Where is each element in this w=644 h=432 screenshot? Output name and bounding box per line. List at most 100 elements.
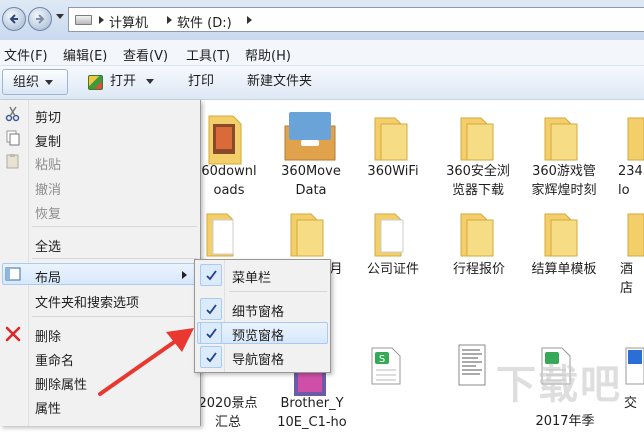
open-label: 打开 <box>110 74 137 89</box>
file-item[interactable]: 结算单模板 <box>526 260 602 279</box>
file-name: 行程报价 <box>452 262 505 277</box>
file-item[interactable]: 2345 lo <box>618 162 644 200</box>
menu-separator <box>32 258 197 259</box>
new-folder-button[interactable]: 新建文件夹 <box>247 69 312 95</box>
file-name: 酒店 <box>620 262 634 296</box>
delete-x-icon <box>5 326 21 342</box>
submenu-item-navigation-pane[interactable]: 导航窗格 <box>232 349 284 368</box>
file-name: 2345 lo <box>618 164 644 198</box>
chevron-down-icon <box>45 80 54 85</box>
open-button[interactable]: 打开 <box>110 69 155 95</box>
copy-icon <box>6 130 20 146</box>
menu-edit[interactable]: 编辑(E) <box>63 45 107 64</box>
submenu-item-details-pane[interactable]: 细节窗格 <box>232 301 284 320</box>
menu-separator <box>32 316 197 317</box>
menu-item-delete[interactable]: 删除 <box>35 326 61 345</box>
file-name: 360安全浏 览器下载 <box>446 164 510 198</box>
menu-item-layout[interactable]: 布局 <box>35 267 61 286</box>
file-name: 60downl oads <box>201 164 257 198</box>
file-item[interactable]: Brother_Y 10E_C1-ho <box>276 394 348 432</box>
folder-icon[interactable] <box>287 206 327 258</box>
folder-icon[interactable] <box>541 206 581 258</box>
folder-icon[interactable] <box>457 110 497 162</box>
file-item[interactable]: 2017年季 <box>534 412 596 431</box>
file-name: Brother_Y 10E_C1-ho <box>277 396 347 430</box>
file-item[interactable]: 60downl oads <box>196 162 262 200</box>
file-item[interactable]: 交 <box>624 394 644 413</box>
folder-icon[interactable] <box>541 110 581 162</box>
folder-icon[interactable] <box>624 206 644 258</box>
print-button[interactable]: 打印 <box>188 69 214 95</box>
file-item[interactable]: 360游戏管 家辉煌时刻 <box>524 162 604 200</box>
menu-item-remove-properties[interactable]: 删除属性 <box>35 374 87 393</box>
red-annotation-arrow-icon <box>98 328 194 396</box>
file-name: 360游戏管 家辉煌时刻 <box>531 164 597 198</box>
folder-icon[interactable] <box>371 110 411 162</box>
file-item[interactable]: 酒店 <box>620 260 644 298</box>
layout-submenu: 菜单栏 细节窗格 预览窗格 导航窗格 <box>194 259 331 373</box>
menu-item-undo: 撤消 <box>35 183 62 198</box>
breadcrumb-separator-icon[interactable] <box>247 16 252 24</box>
submenu-item-menubar[interactable]: 菜单栏 <box>232 267 271 286</box>
menu-item-highlight <box>2 263 198 285</box>
drive-icon <box>75 15 92 25</box>
organize-button[interactable]: 组织 <box>2 69 68 95</box>
back-arrow-icon <box>9 14 18 24</box>
spreadsheet-file-icon[interactable]: S <box>370 346 402 386</box>
back-button[interactable] <box>2 7 26 31</box>
folder-icon[interactable] <box>624 110 644 162</box>
folder-icon[interactable] <box>203 206 243 258</box>
watermark: 下载吧 <box>496 362 622 408</box>
file-item[interactable]: 2020景点 汇总 <box>196 394 260 432</box>
file-name: 公司证件 <box>366 262 419 277</box>
breadcrumb-separator-icon[interactable] <box>99 16 104 24</box>
address-input[interactable]: 计算机 软件 (D:) <box>68 7 644 32</box>
menu-item-cut[interactable]: 剪切 <box>35 107 61 126</box>
check-icon <box>200 298 222 320</box>
menu-file[interactable]: 文件(F) <box>4 45 48 64</box>
document-file-icon[interactable] <box>458 344 486 386</box>
file-item[interactable]: 360Move Data <box>276 162 346 200</box>
forward-arrow-icon <box>36 14 45 24</box>
file-name: 2017年季 <box>535 414 595 429</box>
open-app-icon <box>88 75 103 90</box>
word-file-icon[interactable] <box>624 346 644 386</box>
menu-separator <box>229 291 327 292</box>
layout-icon <box>5 267 21 281</box>
menu-gutter <box>224 260 225 372</box>
submenu-item-preview-pane[interactable]: 预览窗格 <box>232 325 284 344</box>
forward-button[interactable] <box>28 7 52 31</box>
file-item[interactable]: 360WiFi <box>360 162 426 181</box>
menu-item-rename[interactable]: 重命名 <box>35 350 74 369</box>
address-bar-area: 计算机 软件 (D:) <box>0 0 644 40</box>
folder-icon[interactable] <box>203 110 245 166</box>
file-name: 2020景点 汇总 <box>198 396 258 430</box>
menu-view[interactable]: 查看(V) <box>123 45 168 64</box>
submenu-arrow-icon <box>182 271 187 279</box>
chevron-down-icon <box>146 79 155 84</box>
file-name: 360Move Data <box>281 164 341 198</box>
recent-pages-chevron-icon[interactable] <box>56 14 64 20</box>
menu-help[interactable]: 帮助(H) <box>245 45 291 64</box>
file-item[interactable]: 公司证件 <box>360 260 426 279</box>
folder-icon[interactable] <box>371 206 411 258</box>
check-icon <box>200 264 222 286</box>
menu-item-redo: 恢复 <box>35 207 62 222</box>
menu-item-select-all[interactable]: 全选 <box>35 236 61 255</box>
app-data-folder-icon[interactable] <box>283 110 337 162</box>
file-item[interactable]: 行程报价 <box>444 260 514 279</box>
command-bar: 组织 打开 打印 新建文件夹 <box>0 66 644 100</box>
menu-item-properties[interactable]: 属性 <box>35 398 61 417</box>
menu-item-paste: 粘贴 <box>35 158 62 173</box>
scissors-icon <box>5 106 20 122</box>
breadcrumb-separator-icon[interactable] <box>167 16 172 24</box>
breadcrumb-drive[interactable]: 软件 (D:) <box>177 12 232 31</box>
breadcrumb-computer[interactable]: 计算机 <box>109 12 148 31</box>
folder-icon[interactable] <box>457 206 497 258</box>
menu-tools[interactable]: 工具(T) <box>186 45 230 64</box>
file-name: 交 <box>624 396 638 411</box>
menu-item-folder-options[interactable]: 文件夹和搜索选项 <box>35 292 139 311</box>
file-item[interactable]: 360安全浏 览器下载 <box>440 162 516 200</box>
menu-item-copy[interactable]: 复制 <box>35 131 61 150</box>
file-name: 360WiFi <box>367 164 419 179</box>
